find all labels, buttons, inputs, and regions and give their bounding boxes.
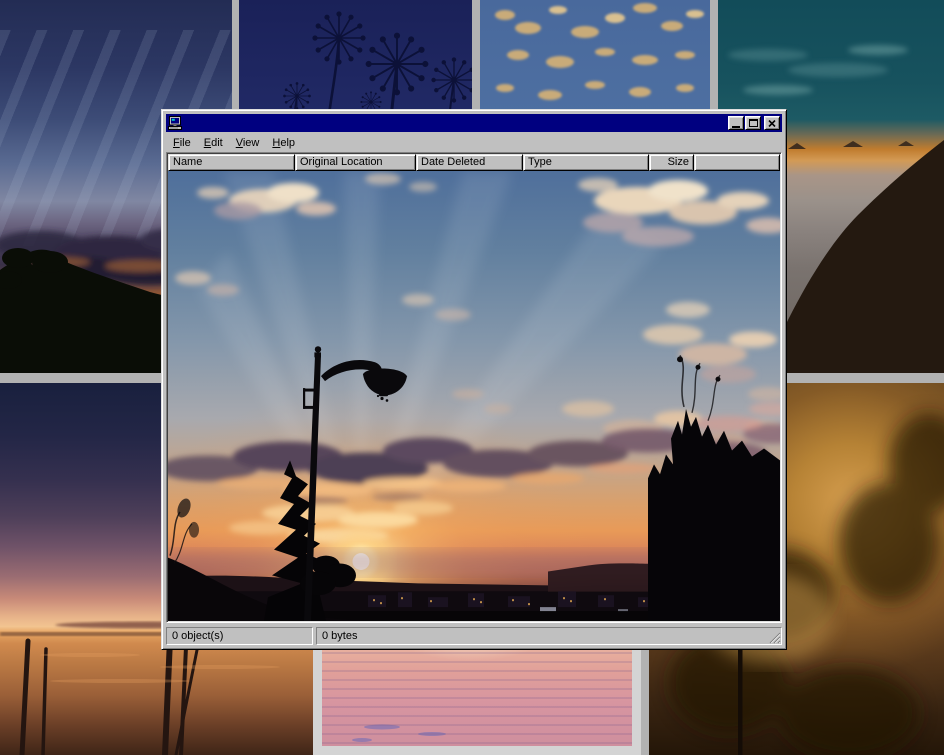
- maximize-icon: [749, 119, 758, 127]
- menu-edit[interactable]: Edit: [204, 137, 223, 149]
- column-header-filler[interactable]: [694, 154, 780, 171]
- desktop: { "desktop": { "photos": [ "sunset-rays-…: [0, 0, 944, 755]
- column-header-type[interactable]: Type: [523, 154, 649, 171]
- close-button[interactable]: [764, 116, 780, 130]
- menu-view[interactable]: View: [236, 137, 260, 149]
- status-size: 0 bytes: [316, 627, 782, 645]
- column-header-size[interactable]: Size: [649, 154, 694, 171]
- menu-help[interactable]: Help: [272, 137, 295, 149]
- column-header-row: Name Original Location Date Deleted Type…: [168, 154, 780, 171]
- close-icon: [768, 120, 776, 127]
- minimize-button[interactable]: [728, 116, 744, 130]
- list-view-frame: Name Original Location Date Deleted Type…: [166, 152, 782, 623]
- list-view[interactable]: [168, 171, 780, 621]
- maximize-button[interactable]: [745, 116, 761, 130]
- minimize-icon: [732, 126, 740, 128]
- menu-file[interactable]: File: [173, 137, 191, 149]
- photo-sunset-streetlamp: [168, 171, 780, 621]
- status-objects: 0 object(s): [166, 627, 313, 645]
- computer-icon[interactable]: [168, 116, 182, 130]
- resize-grip[interactable]: [768, 631, 781, 644]
- column-header-name[interactable]: Name: [168, 154, 295, 171]
- status-bar: 0 object(s) 0 bytes: [166, 625, 782, 645]
- title-bar[interactable]: [166, 114, 782, 132]
- column-header-date-deleted[interactable]: Date Deleted: [416, 154, 523, 171]
- menu-bar: File Edit View Help: [166, 133, 782, 152]
- recycle-bin-window: File Edit View Help Name Original Locati…: [161, 109, 787, 650]
- column-header-original-location[interactable]: Original Location: [295, 154, 416, 171]
